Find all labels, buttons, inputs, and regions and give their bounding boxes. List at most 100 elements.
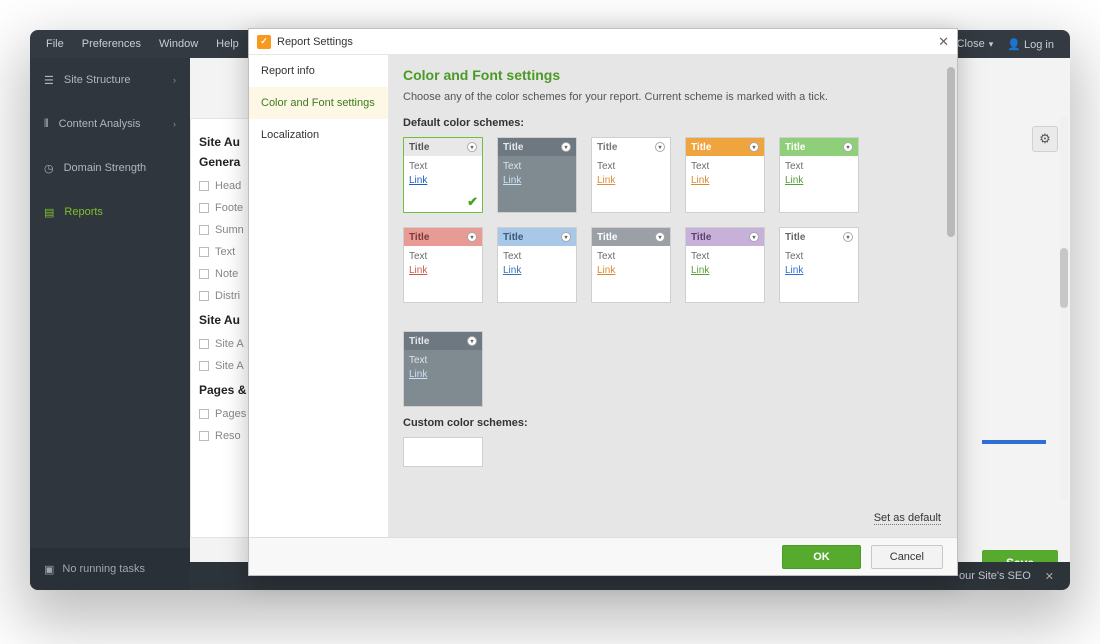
dropdown-icon[interactable]: ▾ [843, 232, 853, 242]
dropdown-icon[interactable]: ▾ [655, 142, 665, 152]
sidebar-item-reports[interactable]: ▤Reports [30, 190, 190, 234]
close-dropdown[interactable]: Close [957, 38, 994, 50]
menu-preferences[interactable]: Preferences [82, 38, 141, 50]
scheme-link-label: Link [597, 264, 665, 278]
menu-window[interactable]: Window [159, 38, 198, 50]
set-as-default-link[interactable]: Set as default [874, 512, 941, 525]
box-icon [199, 291, 209, 301]
sidebar-label: Site Structure [64, 74, 131, 86]
panel-row-label: Distri [215, 290, 240, 302]
custom-schemes-label: Custom color schemes: [403, 417, 943, 429]
scheme-header: Title▾ [780, 138, 858, 156]
color-scheme-card[interactable]: Title▾TextLink [591, 137, 671, 213]
scheme-header: Title▾ [592, 228, 670, 246]
checkmark-icon: ✔ [467, 194, 478, 210]
scheme-body: TextLink [404, 156, 482, 192]
panel-row-label: Head [215, 180, 241, 192]
scheme-text-label: Text [597, 250, 665, 264]
ok-button[interactable]: OK [782, 545, 861, 569]
color-scheme-card[interactable]: Title▾TextLink [685, 227, 765, 303]
scheme-body: TextLink [686, 246, 764, 282]
progress-bar-fragment [982, 440, 1046, 444]
dialog-content: Color and Font settings Choose any of th… [389, 55, 957, 537]
scheme-title-label: Title [503, 142, 523, 153]
menu-help[interactable]: Help [216, 38, 239, 50]
vertical-scrollbar[interactable] [1060, 118, 1068, 498]
close-icon[interactable]: ✕ [1045, 570, 1054, 583]
tab-localization[interactable]: Localization [249, 119, 388, 151]
scrollbar-thumb[interactable] [1060, 248, 1068, 308]
scrollbar-thumb[interactable] [947, 67, 955, 237]
scheme-text-label: Text [691, 160, 759, 174]
scheme-text-label: Text [409, 160, 477, 174]
dropdown-icon[interactable]: ▾ [467, 232, 477, 242]
sidebar-item-content-analysis[interactable]: ⫴Content Analysis › [30, 102, 190, 146]
box-icon [199, 269, 209, 279]
color-scheme-card[interactable]: Title▾TextLink ✔ [403, 137, 483, 213]
tab-report-info[interactable]: Report info [249, 55, 388, 87]
scheme-title-label: Title [691, 142, 711, 153]
scheme-header: Title ▾ [404, 228, 482, 246]
dialog-footer: OK Cancel [249, 537, 957, 575]
scheme-body: TextLink [780, 246, 858, 282]
scheme-title-label: Title [503, 232, 523, 243]
scheme-text-label: Text [785, 160, 853, 174]
color-scheme-card[interactable]: Title▾TextLink [497, 227, 577, 303]
dropdown-icon[interactable]: ▾ [843, 142, 853, 152]
menu-file[interactable]: File [46, 38, 64, 50]
sidebar-label: Reports [64, 206, 103, 218]
default-schemes-label: Default color schemes: [403, 117, 943, 129]
scheme-link-label: Link [785, 264, 853, 278]
panel-row-label: Site A [215, 338, 244, 350]
tab-color-font[interactable]: Color and Font settings [249, 87, 388, 119]
color-schemes-grid: Title▾TextLink✔Title▾TextLinkTitle▾TextL… [403, 137, 943, 407]
login-link[interactable]: 👤 Log in [1007, 38, 1054, 51]
sidebar-item-site-structure[interactable]: ☰ Site Structure › [30, 58, 190, 102]
scheme-title-label: Title [409, 232, 429, 243]
scheme-header: Title▾ [592, 138, 670, 156]
chevron-right-icon: › [173, 75, 176, 85]
panel-row-label: Note [215, 268, 238, 280]
scheme-body: TextLink [686, 156, 764, 192]
sidebar-item-domain-strength[interactable]: ◷Domain Strength [30, 146, 190, 190]
content-heading: Color and Font settings [403, 67, 943, 83]
custom-scheme-placeholder[interactable] [403, 437, 483, 467]
cancel-button[interactable]: Cancel [871, 545, 943, 569]
dropdown-icon[interactable]: ▾ [467, 336, 477, 346]
dropdown-icon[interactable]: ▾ [749, 232, 759, 242]
panel-row-label: Pages [215, 408, 246, 420]
panel-row-label: Foote [215, 202, 243, 214]
dropdown-icon[interactable]: ▾ [467, 142, 477, 152]
color-scheme-card[interactable]: Title▾ TextLink [591, 227, 671, 303]
report-settings-dialog: ✓ Report Settings ✕ Report info Color an… [248, 28, 958, 576]
box-icon [199, 181, 209, 191]
scheme-text-label: Text [691, 250, 759, 264]
close-icon[interactable]: ✕ [938, 34, 949, 50]
dropdown-icon[interactable]: ▾ [561, 232, 571, 242]
dialog-scrollbar[interactable] [947, 67, 955, 525]
tasks-icon: ▣ [44, 563, 54, 576]
dropdown-icon[interactable]: ▾ [655, 232, 665, 242]
scheme-header: Title▾ [404, 138, 482, 156]
scheme-header: Title▾ [780, 228, 858, 246]
color-scheme-card[interactable]: Title ▾ TextLink [685, 137, 765, 213]
dropdown-icon[interactable]: ▾ [749, 142, 759, 152]
box-icon [199, 409, 209, 419]
color-scheme-card[interactable]: Title▾TextLink [497, 137, 577, 213]
dropdown-icon[interactable]: ▾ [561, 142, 571, 152]
scheme-header: Title▾ [404, 332, 482, 350]
box-icon [199, 361, 209, 371]
scheme-text-label: Text [785, 250, 853, 264]
color-scheme-card[interactable]: Title▾TextLink [779, 227, 859, 303]
list-icon: ☰ [44, 74, 54, 87]
color-scheme-card[interactable]: Title▾TextLink [403, 331, 483, 407]
panel-row-label: Site A [215, 360, 244, 372]
color-scheme-card[interactable]: Title▾TextLink [403, 227, 483, 303]
scheme-text-label: Text [503, 250, 571, 264]
color-scheme-card[interactable]: Title▾TextLink [779, 137, 859, 213]
dialog-titlebar: ✓ Report Settings ✕ [249, 29, 957, 55]
app-logo-icon: ✓ [257, 35, 271, 49]
settings-gear-button[interactable]: ⚙ [1032, 126, 1058, 152]
box-icon [199, 339, 209, 349]
dialog-nav: Report info Color and Font settings Loca… [249, 55, 389, 537]
